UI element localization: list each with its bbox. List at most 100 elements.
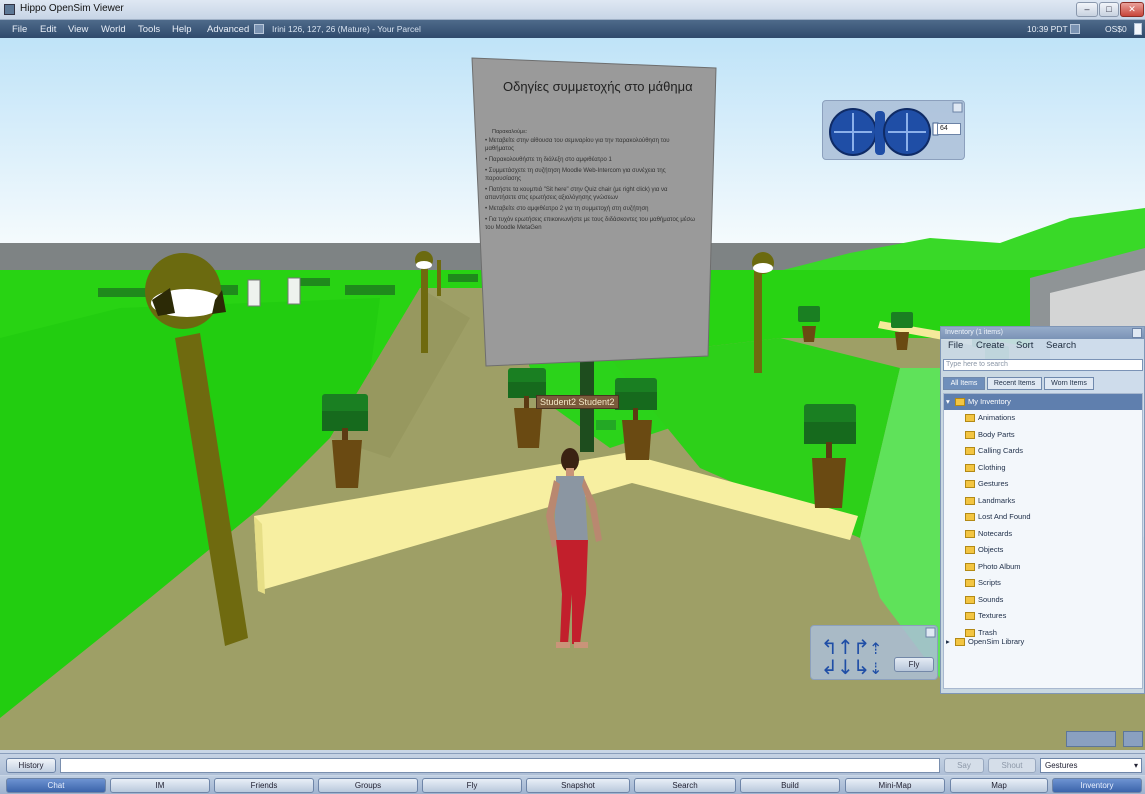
history-button[interactable]: History — [6, 758, 56, 773]
inventory-folder-label: Body Parts — [978, 429, 1015, 439]
folder-icon — [965, 430, 975, 439]
folder-icon — [965, 612, 975, 620]
folder-icon — [965, 463, 975, 472]
snapshot-button[interactable]: Snapshot — [526, 778, 630, 793]
inventory-button[interactable]: Inventory — [1052, 778, 1142, 793]
folder-icon — [965, 579, 975, 587]
close-inventory-icon[interactable] — [1132, 328, 1142, 338]
map-button[interactable]: Map — [950, 778, 1048, 793]
mini-map-button[interactable]: Mini-Map — [845, 778, 945, 793]
inventory-folder-label: Animations — [978, 413, 1016, 422]
inventory-folder-label: Lost And Found — [978, 512, 1031, 521]
minimize-button[interactable]: – — [1076, 2, 1098, 17]
inventory-menu-create[interactable]: Create — [976, 340, 1005, 351]
slide-left-icon[interactable]: ↲ — [821, 655, 838, 679]
chevron-down-icon: ▾ — [1133, 761, 1138, 770]
inventory-folder-label: Textures — [978, 611, 1007, 620]
maximize-button[interactable]: □ — [1099, 2, 1119, 17]
sign-line: • Μεταβείτε στην αίθουσα του σεμιναρίου … — [485, 138, 670, 152]
menu-help[interactable]: Help — [172, 24, 192, 35]
inventory-folder-label: Calling Cards — [978, 446, 1024, 455]
movement-controls: ↰ ↑ ↱ ⇡ ↲ ↓ ↳ ⇣ Fly — [810, 625, 938, 680]
inventory-folder-label: Objects — [978, 545, 1004, 554]
inventory-menu-sort[interactable]: Sort — [1016, 340, 1033, 351]
tab-all-items[interactable]: All Items — [943, 377, 985, 390]
menu-view[interactable]: View — [68, 24, 88, 35]
app-icon — [4, 4, 15, 15]
menu-world[interactable]: World — [101, 24, 126, 35]
folder-icon — [965, 529, 975, 538]
inventory-folder-label: Scripts — [978, 578, 1001, 587]
avatar[interactable] — [540, 444, 620, 664]
sign-line: Παρακαλούμε: — [492, 128, 528, 135]
sign-line: • Για τυχόν ερωτήσεις επικοινωνήστε με τ… — [485, 217, 695, 231]
folder-icon — [965, 546, 975, 554]
menu-advanced[interactable]: Advanced — [207, 24, 249, 35]
zoom-field[interactable]: 64 — [937, 123, 961, 135]
fly-toggle-button[interactable]: Fly — [894, 657, 934, 672]
groups-button[interactable]: Groups — [318, 778, 418, 793]
folder-icon — [965, 496, 975, 505]
window-titlebar: Hippo OpenSim Viewer – □ ✕ — [0, 0, 1145, 20]
folder-icon — [965, 480, 975, 488]
inventory-menu: File Create Sort Search — [941, 339, 1144, 353]
inventory-menu-file[interactable]: File — [948, 340, 963, 351]
close-panel-icon[interactable] — [925, 627, 936, 638]
slide-right-icon[interactable]: ↳ — [853, 655, 870, 679]
build-button[interactable]: Build — [740, 778, 840, 793]
menu-file[interactable]: File — [12, 24, 27, 35]
folder-icon — [965, 447, 975, 455]
fly-button[interactable]: Fly — [422, 778, 522, 793]
window-title: Hippo OpenSim Viewer — [20, 3, 124, 14]
inventory-folder-label: Notecards — [978, 528, 1013, 538]
chat-bar: History Say Shout Gestures ▾ — [0, 753, 1145, 775]
camera-controls: 64 — [822, 100, 965, 160]
land-icon — [254, 24, 264, 34]
close-panel-icon[interactable] — [952, 102, 963, 113]
tab-worn-items[interactable]: Worn Items — [1044, 377, 1094, 390]
up-icon[interactable]: ⇡ — [869, 639, 882, 658]
folder-icon — [965, 595, 975, 604]
tab-recent-items[interactable]: Recent Items — [987, 377, 1042, 390]
inventory-view-buttons[interactable] — [1066, 731, 1116, 747]
status-icon — [1134, 23, 1142, 35]
clock: 10:39 PDT — [1027, 24, 1068, 34]
folder-icon — [965, 414, 975, 422]
search-button[interactable]: Search — [634, 778, 736, 793]
chat-button[interactable]: Chat — [6, 778, 106, 793]
gestures-label: Gestures — [1045, 761, 1078, 770]
inventory-folder-label: Sounds — [978, 594, 1004, 604]
sign-line: • Παρακολουθήστε τη διάλεξη στο αμφιθέατ… — [485, 157, 612, 163]
inventory-menu-search[interactable]: Search — [1046, 340, 1076, 351]
sign-line: • Συμμετάσχετε τη συζήτηση Moodle Web-In… — [485, 168, 666, 182]
menu-edit[interactable]: Edit — [40, 24, 56, 35]
inventory-folder-label: Landmarks — [978, 495, 1016, 505]
close-button[interactable]: ✕ — [1120, 2, 1144, 17]
inventory-folder-label: Clothing — [978, 462, 1006, 472]
new-window-icon[interactable] — [1123, 731, 1143, 747]
friends-button[interactable]: Friends — [214, 778, 314, 793]
down-icon[interactable]: ⇣ — [869, 659, 882, 678]
sign-line: • Μεταβείτε στο αμφιθέατρο 2 για τη συμμ… — [485, 206, 649, 212]
folder-icon — [965, 513, 975, 521]
sign-line: • Πατήστε τα κουμπιά "Sit here" στην Qui… — [485, 187, 668, 201]
backward-icon[interactable]: ↓ — [837, 655, 854, 679]
say-button[interactable]: Say — [944, 758, 984, 773]
im-button[interactable]: IM — [110, 778, 210, 793]
location-readout[interactable]: Irini 126, 127, 26 (Mature) - Your Parce… — [272, 24, 421, 34]
audio-icon[interactable] — [1070, 24, 1080, 34]
balance: OS$0 — [1105, 24, 1127, 34]
inventory-folder-label: Gestures — [978, 479, 1009, 488]
gestures-dropdown[interactable]: Gestures ▾ — [1040, 758, 1142, 773]
bottom-toolbar: Chat IM Friends Groups Fly Snapshot Search Buil… — [0, 776, 1145, 794]
chat-input[interactable] — [60, 758, 940, 773]
inventory-title: Inventory (1 items) — [941, 327, 1144, 339]
expand-icon[interactable]: ▸ — [946, 634, 950, 650]
expand-icon[interactable]: ▾ — [946, 394, 950, 410]
sign-title: Οδηγίες συμμετοχής στο μάθημα — [503, 79, 693, 94]
inventory-folder-label: Photo Album — [978, 561, 1021, 571]
menu-bar: File Edit View World Tools Help Advanced… — [0, 20, 1145, 38]
menu-tools[interactable]: Tools — [138, 24, 160, 35]
inventory-search-input[interactable]: Type here to search — [943, 359, 1143, 371]
shout-button[interactable]: Shout — [988, 758, 1036, 773]
